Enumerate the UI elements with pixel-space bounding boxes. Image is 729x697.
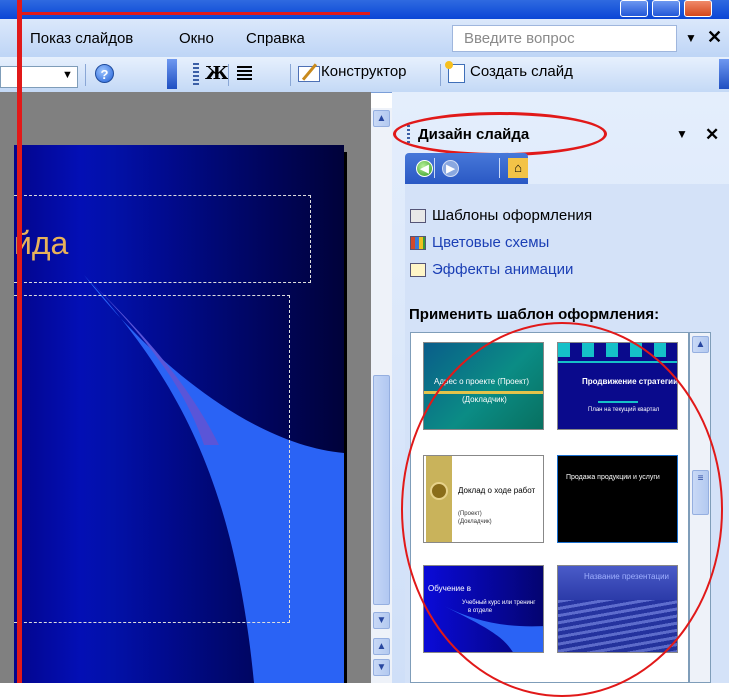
help-icon[interactable]: ? [95, 64, 114, 83]
animation-icon [410, 263, 426, 277]
close-document-icon[interactable]: ✕ [707, 27, 722, 48]
annotation-red-line [20, 12, 370, 15]
scrollbar-thumb[interactable] [373, 375, 390, 605]
new-slide-icon[interactable] [445, 61, 465, 83]
toolbar-grip[interactable] [193, 63, 199, 87]
design-icon[interactable] [298, 66, 320, 82]
help-dropdown-arrow-icon[interactable]: ▼ [685, 31, 697, 45]
apply-template-heading: Применить шаблон оформления: [409, 306, 660, 323]
color-scheme-icon [410, 236, 426, 250]
annotation-red-oval [401, 322, 723, 697]
design-button[interactable]: Конструктор [321, 63, 407, 80]
toolbar-separator [440, 64, 441, 86]
gallery-scroll-up-icon[interactable]: ▲ [692, 336, 709, 353]
link-design-templates[interactable]: Шаблоны оформления [432, 207, 592, 224]
home-icon[interactable]: ⌂ [508, 158, 528, 178]
scroll-up-icon[interactable]: ▲ [373, 110, 390, 127]
link-animation-schemes[interactable]: Эффекты анимации [432, 261, 573, 278]
help-question-input[interactable]: Введите вопрос [452, 25, 677, 52]
close-window-button[interactable] [684, 0, 712, 17]
menu-window[interactable]: Окно [179, 30, 214, 47]
next-slide-icon[interactable]: ▼ [373, 659, 390, 676]
scroll-down-icon[interactable]: ▼ [373, 612, 390, 629]
minimize-button[interactable] [620, 0, 648, 17]
task-pane-close-icon[interactable]: ✕ [705, 125, 719, 145]
toolbar-options-icon[interactable] [719, 59, 729, 89]
forward-arrow-icon[interactable]: ▶ [442, 160, 459, 177]
templates-icon [410, 209, 426, 223]
slide-canvas[interactable]: йда [14, 145, 344, 683]
task-pane-menu-icon[interactable]: ▼ [676, 127, 688, 141]
nav-separator [434, 158, 435, 178]
annotation-red-ellipse [393, 112, 607, 156]
menu-help[interactable]: Справка [246, 30, 305, 47]
toolbar-separator [290, 64, 291, 86]
menu-slideshow[interactable]: Показ слайдов [30, 30, 133, 47]
toolbar-separator [85, 64, 86, 86]
annotation-red-line [17, 0, 22, 683]
nav-separator [499, 158, 500, 178]
slide-title-text: йда [14, 225, 69, 261]
back-arrow-icon[interactable]: ◀ [416, 160, 433, 177]
bold-button[interactable]: Ж [205, 63, 229, 84]
new-slide-button[interactable]: Создать слайд [470, 63, 573, 80]
toolbar-separator [228, 64, 229, 86]
link-color-schemes[interactable]: Цветовые схемы [432, 234, 549, 251]
toolbar-options-icon[interactable] [167, 59, 177, 89]
maximize-button[interactable] [652, 0, 680, 17]
content-placeholder[interactable] [14, 295, 290, 623]
previous-slide-icon[interactable]: ▲ [373, 638, 390, 655]
align-icon[interactable] [237, 66, 252, 81]
chevron-down-icon[interactable]: ▼ [62, 69, 73, 81]
